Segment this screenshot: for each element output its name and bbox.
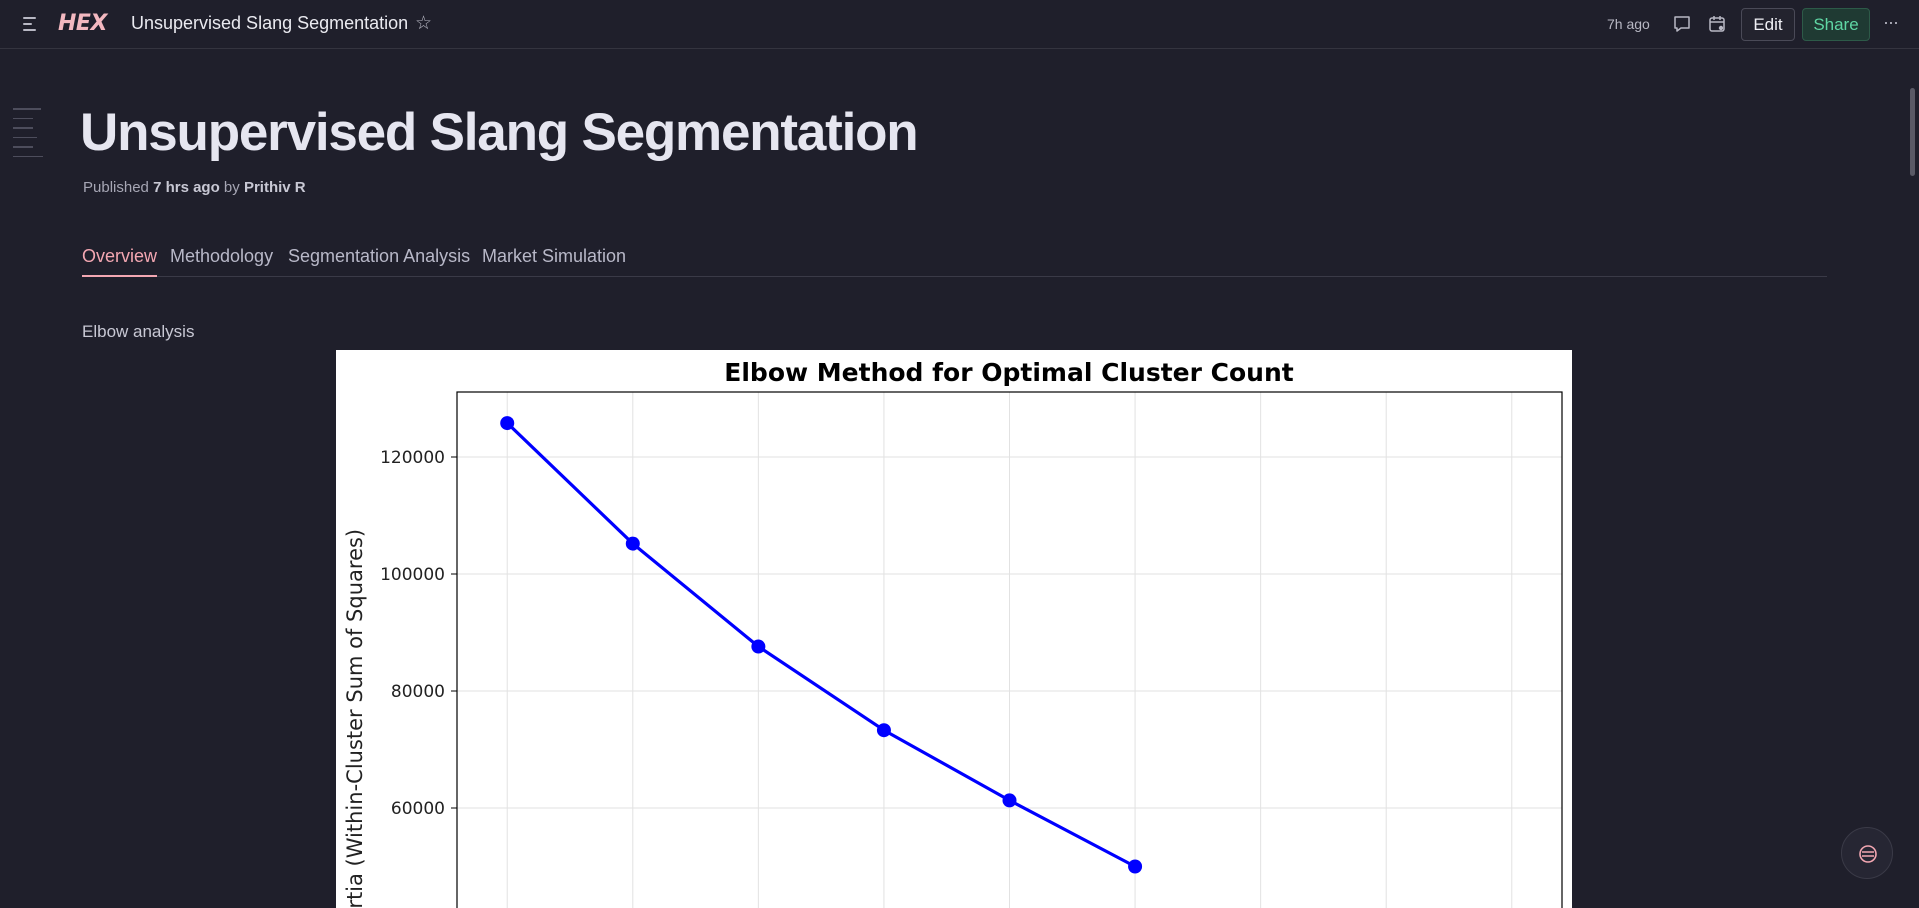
star-icon[interactable]: ☆ [415, 12, 432, 35]
edit-button[interactable]: Edit [1741, 8, 1795, 41]
author-name[interactable]: Prithiv R [244, 179, 306, 196]
tab-segmentation-analysis[interactable]: Segmentation Analysis [288, 246, 470, 275]
elbow-chart: 60000 80000 100000 120000 Elbow Method for … [336, 350, 1572, 908]
scrollbar[interactable] [1910, 88, 1915, 176]
last-updated: 7h ago [1607, 16, 1650, 32]
chart-svg: 60000 80000 100000 120000 Elbow Method for … [343, 358, 1563, 908]
outline-icon[interactable] [13, 108, 45, 165]
data-point [876, 723, 891, 738]
more-icon[interactable]: ··· [1883, 12, 1899, 33]
by-label: by [223, 179, 240, 196]
help-icon[interactable] [1841, 827, 1893, 879]
data-point [625, 536, 640, 551]
published-time: 7 hrs ago [153, 179, 220, 196]
tab-bar: Overview Methodology Segmentation Analys… [82, 246, 1827, 277]
hex-logo[interactable]: HEX [58, 11, 107, 36]
share-button[interactable]: Share [1802, 8, 1870, 41]
chart-title: Elbow Method for Optimal Cluster Count [724, 358, 1293, 387]
menu-icon[interactable] [20, 14, 40, 34]
y-tick-label: 60000 [391, 799, 445, 819]
data-point [1128, 859, 1143, 874]
tab-methodology[interactable]: Methodology [170, 246, 273, 275]
y-axis-label: Inertia (Within-Cluster Sum of Squares) [343, 529, 367, 908]
tab-overview[interactable]: Overview [82, 246, 158, 277]
comment-icon[interactable] [1672, 14, 1692, 34]
published-label: Published [83, 179, 149, 196]
y-tick-label: 120000 [380, 448, 445, 468]
calendar-icon[interactable] [1707, 14, 1727, 34]
section-label: Elbow analysis [82, 322, 195, 341]
data-point [751, 639, 766, 654]
top-bar: HEX Unsupervised Slang Segmentation ☆ 7h… [0, 0, 1919, 49]
data-point [1002, 793, 1017, 808]
publish-meta: Published 7 hrs ago by Prithiv R [83, 179, 306, 196]
y-tick-label: 100000 [380, 565, 445, 585]
data-point [500, 416, 515, 431]
page-title: Unsupervised Slang Segmentation [80, 103, 919, 162]
y-tick-label: 80000 [391, 682, 445, 702]
series-line [506, 421, 1136, 868]
tab-market-simulation[interactable]: Market Simulation [482, 246, 626, 275]
project-title: Unsupervised Slang Segmentation [131, 13, 409, 33]
